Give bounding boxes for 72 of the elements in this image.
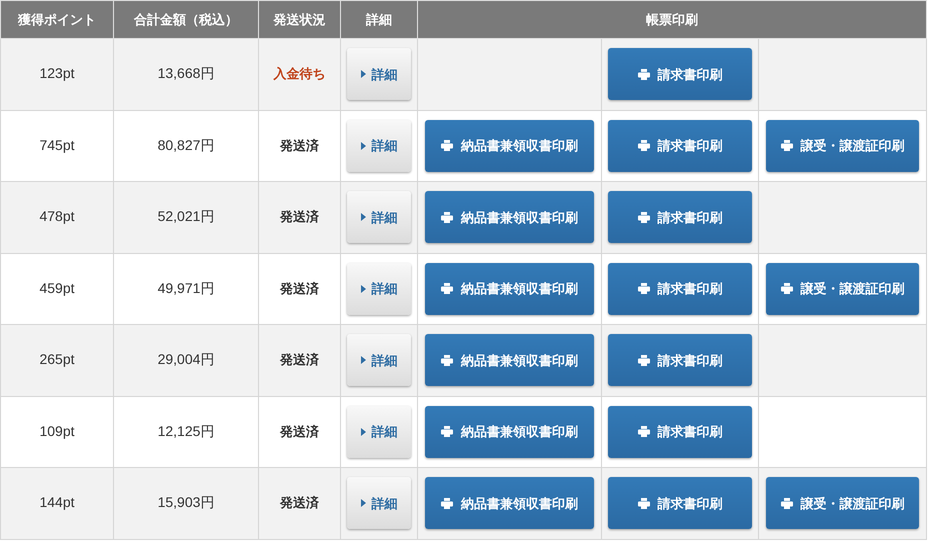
shipping-status: 発送済 <box>280 209 319 224</box>
print-button[interactable]: 請求書印刷 <box>608 48 752 100</box>
points-value: 478pt <box>39 208 75 224</box>
shipping-status: 発送済 <box>280 495 319 510</box>
points-value: 144pt <box>39 494 75 510</box>
detail-button[interactable]: 詳細 <box>347 406 411 458</box>
printer-icon <box>638 426 650 438</box>
print-button[interactable]: 請求書印刷 <box>608 477 752 530</box>
print-button[interactable]: 譲受・譲渡証印刷 <box>766 262 919 315</box>
shipping-status: 発送済 <box>280 352 319 368</box>
column-header: 詳細 <box>340 0 418 38</box>
column-header: 獲得ポイント <box>0 0 114 38</box>
shipping-status: 発送済 <box>280 138 319 153</box>
printer-icon <box>638 354 650 366</box>
shipping-status: 発送済 <box>280 424 319 439</box>
points-value: 265pt <box>39 351 75 368</box>
total-amount: 52,021円 <box>158 208 214 224</box>
triangle-icon <box>360 142 366 150</box>
printer-icon <box>638 283 650 294</box>
print-button[interactable]: 納品書兼領収書印刷 <box>425 262 594 315</box>
triangle-icon <box>360 428 366 436</box>
printer-icon <box>441 426 453 438</box>
printer-icon <box>441 283 453 294</box>
print-button[interactable]: 納品書兼領収書印刷 <box>425 120 594 172</box>
printer-icon <box>638 140 650 152</box>
print-button[interactable]: 請求書印刷 <box>608 191 752 244</box>
printer-icon <box>780 140 792 152</box>
print-button[interactable]: 納品書兼領収書印刷 <box>425 191 594 244</box>
detail-button[interactable]: 詳細 <box>347 334 411 386</box>
print-button[interactable]: 請求書印刷 <box>608 120 752 172</box>
total-amount: 29,004円 <box>158 351 214 368</box>
total-amount: 80,827円 <box>158 136 214 153</box>
points-value: 459pt <box>39 280 75 296</box>
print-button[interactable]: 請求書印刷 <box>608 406 752 458</box>
print-button[interactable]: 譲受・譲渡証印刷 <box>766 120 919 172</box>
print-button[interactable]: 請求書印刷 <box>608 334 752 386</box>
detail-button[interactable]: 詳細 <box>347 120 411 172</box>
print-button[interactable]: 納品書兼領収書印刷 <box>425 406 594 458</box>
print-button[interactable]: 譲受・譲渡証印刷 <box>766 477 919 530</box>
triangle-icon <box>360 284 366 293</box>
printer-icon <box>780 498 792 509</box>
points-value: 745pt <box>39 136 75 153</box>
printer-icon <box>441 212 453 223</box>
column-header: 帳票印刷 <box>418 0 927 38</box>
printer-icon <box>638 68 650 80</box>
shipping-status: 発送済 <box>280 280 319 296</box>
detail-button[interactable]: 詳細 <box>347 262 411 315</box>
print-button[interactable]: 納品書兼領収書印刷 <box>425 334 594 386</box>
triangle-icon <box>360 356 366 364</box>
printer-icon <box>638 212 650 223</box>
detail-button[interactable]: 詳細 <box>347 477 411 530</box>
detail-button[interactable]: 詳細 <box>347 48 411 100</box>
printer-icon <box>638 498 650 509</box>
shipping-status: 入金待ち <box>274 66 326 82</box>
column-header: 合計金額（税込） <box>114 0 258 38</box>
detail-button[interactable]: 詳細 <box>347 191 411 244</box>
points-value: 109pt <box>39 422 75 439</box>
triangle-icon <box>360 499 366 508</box>
triangle-icon <box>360 213 366 222</box>
printer-icon <box>441 354 453 366</box>
print-button[interactable]: 請求書印刷 <box>608 262 752 315</box>
total-amount: 15,903円 <box>158 494 214 510</box>
points-value: 123pt <box>39 65 75 82</box>
printer-icon <box>441 498 453 509</box>
printer-icon <box>441 140 453 152</box>
total-amount: 13,668円 <box>158 65 214 82</box>
total-amount: 49,971円 <box>158 280 214 296</box>
column-header: 発送状況 <box>258 0 340 38</box>
printer-icon <box>780 283 792 294</box>
print-button[interactable]: 納品書兼領収書印刷 <box>425 477 594 530</box>
total-amount: 12,125円 <box>158 422 214 439</box>
triangle-icon <box>360 70 366 78</box>
